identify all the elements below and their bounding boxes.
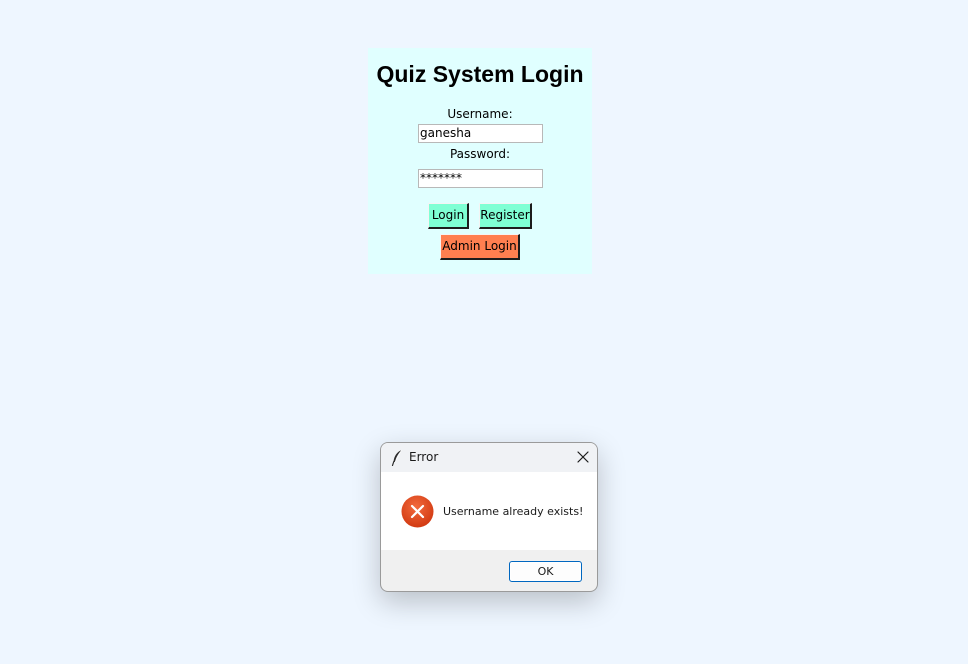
feather-icon: [391, 449, 403, 467]
password-input[interactable]: *******: [418, 169, 543, 188]
register-button[interactable]: Register: [479, 203, 532, 229]
login-panel: Quiz System Login Username: ganesha Pass…: [368, 48, 592, 274]
dialog-titlebar[interactable]: Error: [381, 443, 597, 472]
password-label: Password:: [449, 147, 511, 161]
error-dialog: Error Username already exists! OK: [380, 442, 598, 592]
app-window: Quiz System Login Username: ganesha Pass…: [0, 0, 968, 664]
error-message: Username already exists!: [443, 505, 584, 518]
admin-login-button[interactable]: Admin Login: [440, 234, 520, 260]
dialog-body: Username already exists!: [381, 472, 597, 550]
login-title: Quiz System Login: [376, 61, 584, 87]
ok-button[interactable]: OK: [509, 561, 582, 582]
dialog-title: Error: [409, 450, 439, 464]
error-icon: [401, 495, 434, 528]
username-input[interactable]: ganesha: [418, 124, 543, 143]
login-button[interactable]: Login: [428, 203, 469, 229]
username-label: Username:: [447, 107, 513, 121]
close-icon[interactable]: [575, 449, 591, 465]
